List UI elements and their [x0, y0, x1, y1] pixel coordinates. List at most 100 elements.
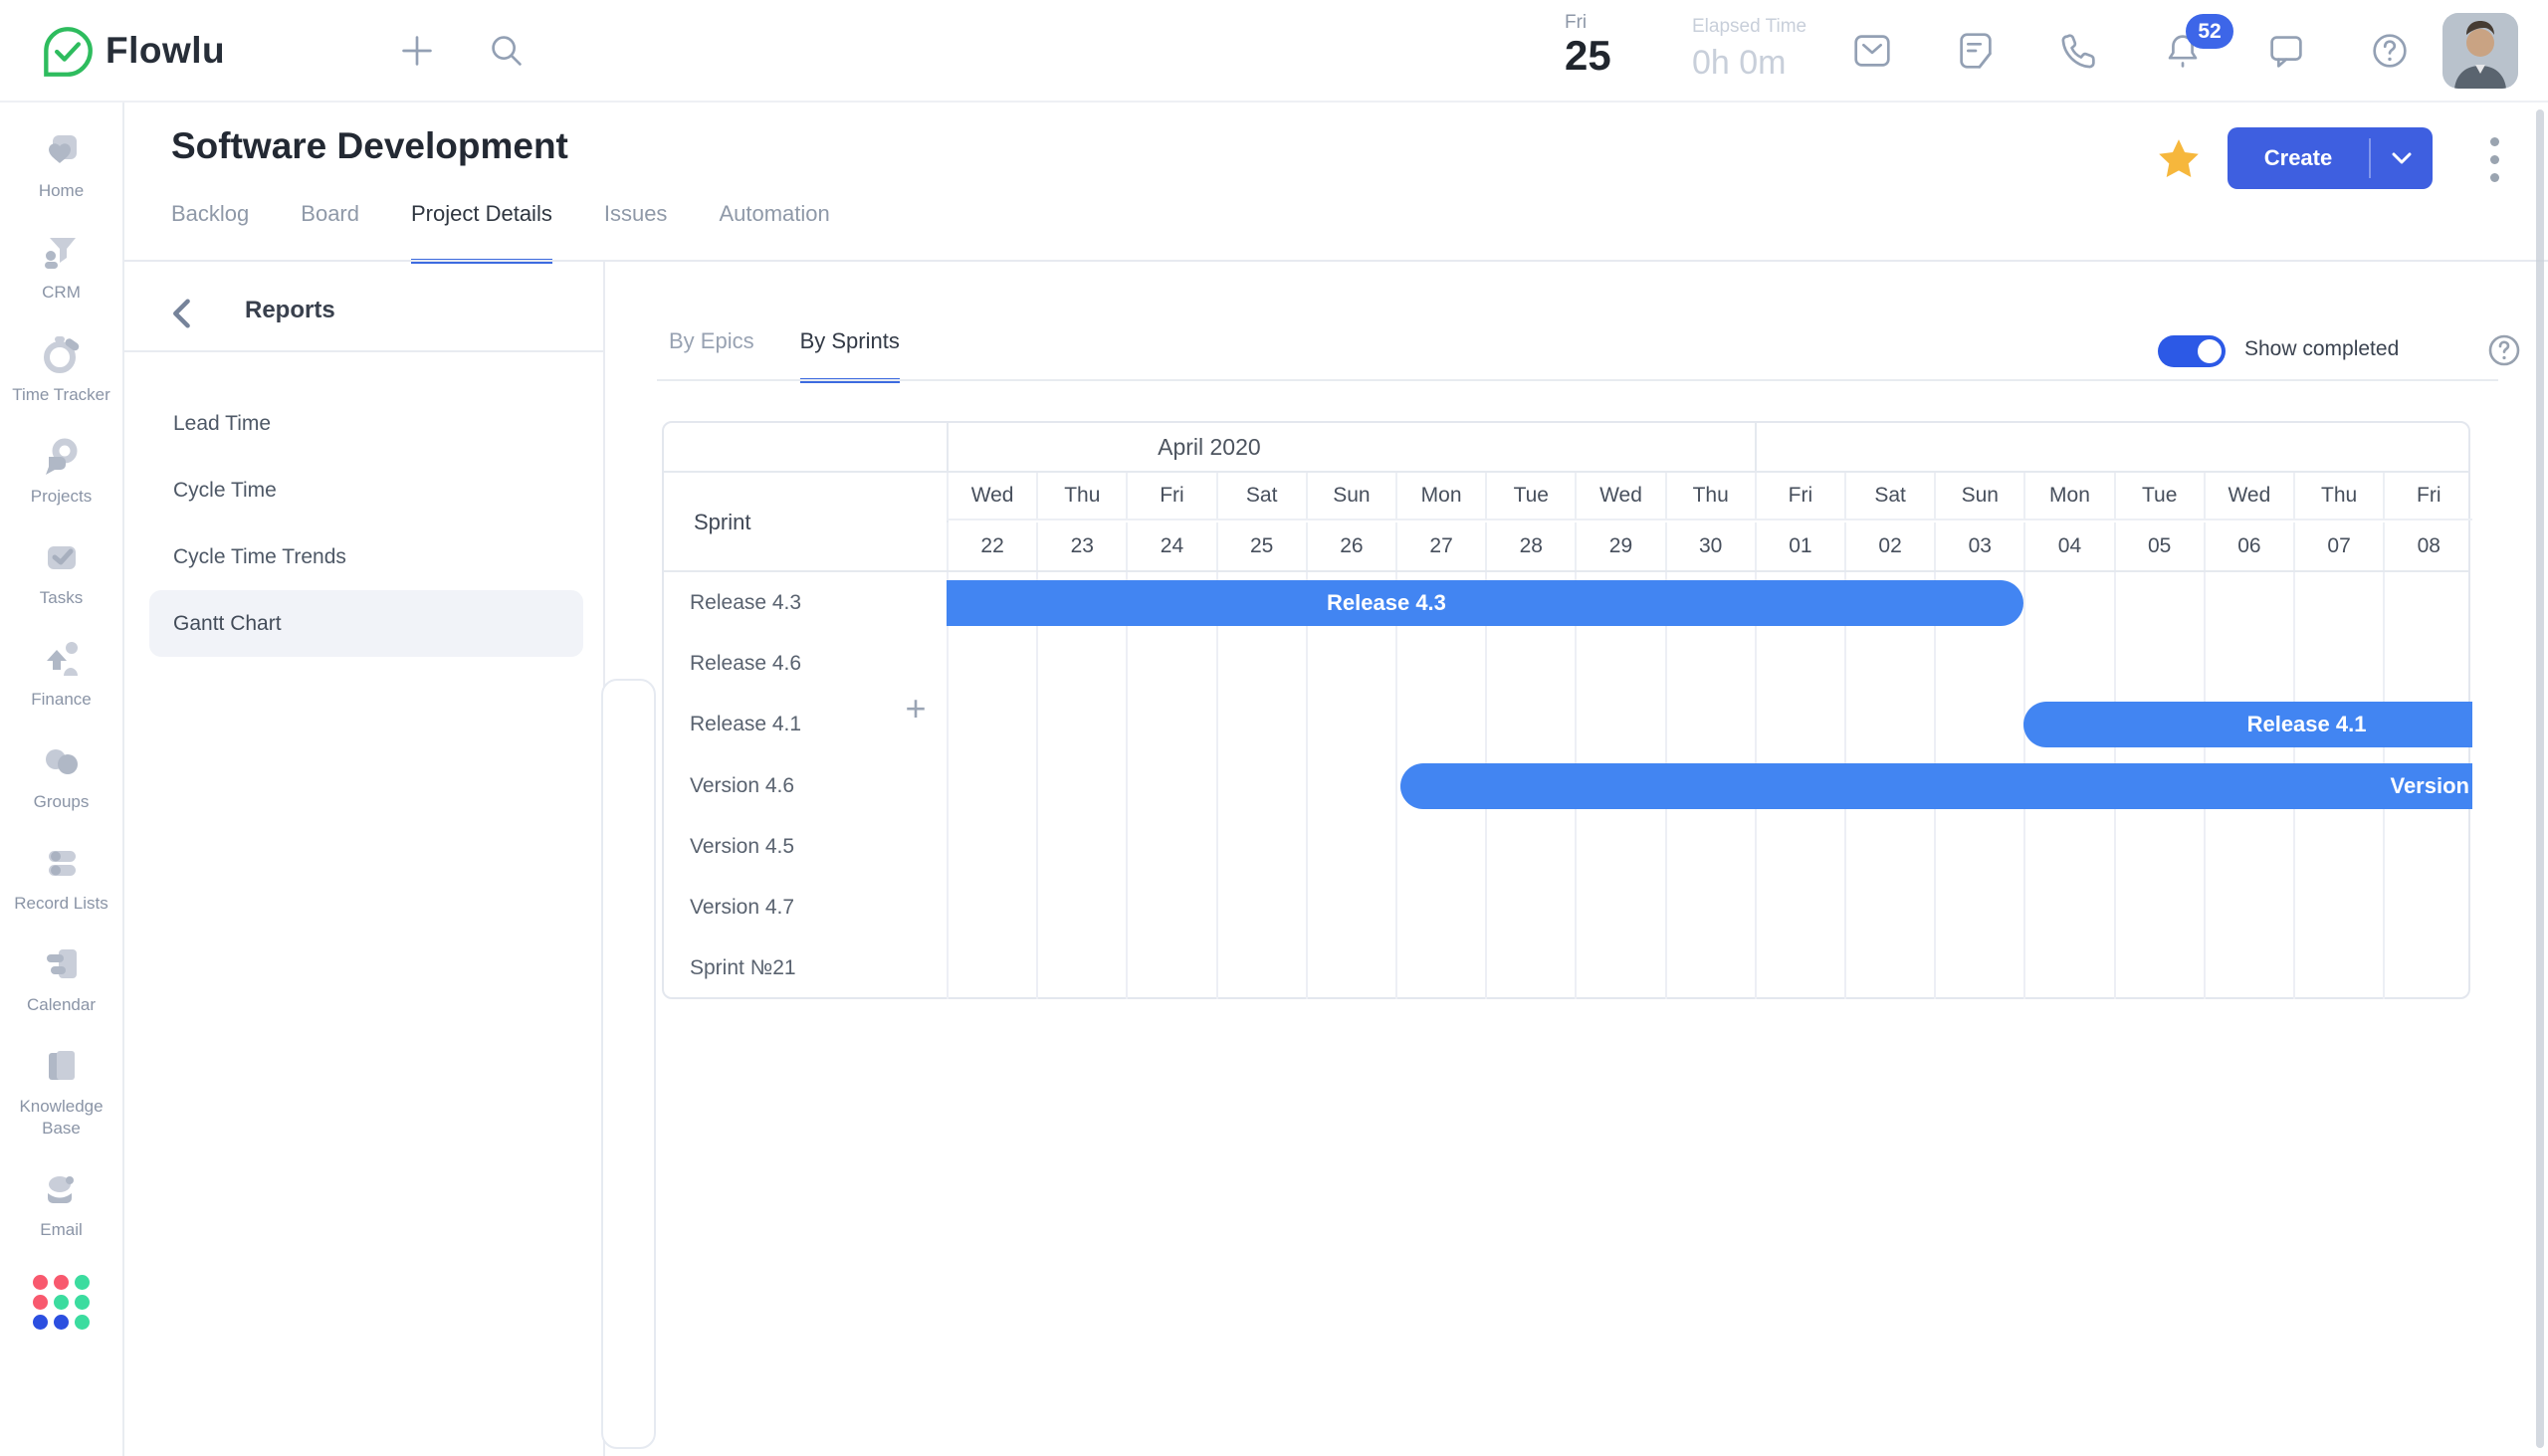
tab-issues[interactable]: Issues	[604, 201, 668, 264]
gantt-bar-release-4-3[interactable]: Release 4.3	[947, 580, 2023, 626]
gantt-bar-label: Release 4.3	[1327, 590, 1446, 616]
sidebar-item-projects[interactable]: Projects	[1, 432, 122, 507]
panel-scrollbar[interactable]	[601, 679, 656, 1449]
gantt-month-label: April 2020	[664, 423, 1755, 471]
sidebar-item-record-lists[interactable]: Record Lists	[1, 839, 122, 914]
gantt-bar-version-4-6[interactable]: Version 4.6	[1400, 763, 2473, 809]
gantt-date: 22	[947, 522, 1036, 570]
chat-icon[interactable]	[2263, 28, 2309, 74]
calendar-date-widget[interactable]: Fri 25	[1565, 12, 1611, 78]
record-lists-icon	[38, 839, 86, 887]
calendar-icon	[38, 940, 86, 988]
gantt-day-name: Wed	[2204, 473, 2293, 520]
brand-name[interactable]: Flowlu	[106, 30, 225, 72]
project-tabs: Backlog Board Project Details Issues Automat…	[171, 201, 830, 264]
mail-icon[interactable]	[1849, 28, 1895, 74]
gantt-row-label: Version 4.5	[664, 816, 947, 877]
sidebar-item-groups[interactable]: Groups	[1, 737, 122, 812]
gantt-date: 05	[2114, 522, 2204, 570]
reports-divider	[124, 350, 603, 352]
gantt-day-name: Mon	[1395, 473, 1485, 520]
page-scrollbar[interactable]	[2536, 109, 2544, 1448]
user-avatar[interactable]	[2442, 13, 2518, 89]
create-button[interactable]: Create	[2228, 127, 2433, 189]
back-chevron-icon[interactable]	[165, 295, 199, 332]
gantt-day-name: Thu	[2293, 473, 2383, 520]
gantt-day-name: Sun	[1934, 473, 2023, 520]
sprint-column-header: Sprint	[664, 473, 947, 572]
gantt-day-name: Thu	[1665, 473, 1755, 520]
apps-grid-dot	[54, 1295, 69, 1310]
flowlu-app: Flowlu Fri 25 Elapsed Time 0h 0m	[0, 0, 2548, 1456]
sidebar-item-email[interactable]: Email	[1, 1165, 122, 1240]
gantt-chart-area: Release 4.3 Release 4.1 Version 4.6	[947, 572, 2472, 999]
show-completed-label: Show completed	[2244, 337, 2399, 361]
sidebar-item-calendar[interactable]: Calendar	[1, 940, 122, 1015]
tab-automation[interactable]: Automation	[719, 201, 829, 264]
finance-icon	[38, 635, 86, 683]
sidebar-item-label: Tasks	[40, 587, 83, 608]
sidebar-item-label: Groups	[34, 791, 90, 812]
phone-icon[interactable]	[2056, 28, 2102, 74]
sidebar-item-label: Record Lists	[14, 893, 107, 914]
tab-by-sprints[interactable]: By Sprints	[800, 328, 900, 383]
create-button-label: Create	[2228, 145, 2369, 171]
sidebar-item-label: Time Tracker	[12, 384, 110, 405]
gantt-grid-line	[1126, 572, 1128, 999]
toggle-knob	[2198, 339, 2222, 363]
report-item-cycle-time-trends[interactable]: Cycle Time Trends	[149, 523, 583, 590]
notifications-bell-icon[interactable]: 52	[2160, 28, 2206, 74]
sidebar-item-home[interactable]: Home	[1, 126, 122, 201]
favorite-star-icon[interactable]	[2154, 135, 2204, 185]
apps-grid-dot	[33, 1315, 48, 1330]
sidebar-item-time-tracker[interactable]: Time Tracker	[1, 330, 122, 405]
header-divider	[124, 260, 2548, 262]
tab-board[interactable]: Board	[301, 201, 359, 264]
gantt-day-name: Wed	[947, 473, 1036, 520]
notes-icon[interactable]	[1953, 28, 1999, 74]
gantt-day-name: Mon	[2023, 473, 2113, 520]
sidebar-item-label: CRM	[42, 282, 81, 303]
sidebar-item-tasks[interactable]: Tasks	[1, 533, 122, 608]
apps-grid-dot	[75, 1315, 90, 1330]
gantt-row-label: Sprint №21	[664, 938, 947, 999]
sidebar-item-label: Projects	[31, 486, 92, 507]
email-icon	[38, 1165, 86, 1213]
sidebar-item-label: Calendar	[27, 994, 96, 1015]
apps-grid-dot	[54, 1275, 69, 1290]
report-item-gantt-chart[interactable]: Gantt Chart	[149, 590, 583, 657]
quick-add-icon[interactable]	[394, 28, 440, 74]
apps-grid-icon[interactable]	[33, 1275, 91, 1330]
gantt-row-label: Version 4.6	[664, 755, 947, 816]
gantt-bar-release-4-1[interactable]: Release 4.1	[2023, 702, 2472, 747]
tab-by-epics[interactable]: By Epics	[669, 328, 754, 383]
reports-title: Reports	[245, 297, 335, 324]
gantt-help-icon[interactable]	[2486, 332, 2522, 368]
home-icon	[38, 126, 86, 174]
report-item-cycle-time[interactable]: Cycle Time	[149, 457, 583, 523]
create-dropdown-chevron-icon[interactable]	[2371, 152, 2433, 164]
show-completed-toggle[interactable]	[2158, 335, 2226, 367]
sidebar-item-knowledge-base[interactable]: Knowledge Base	[1, 1042, 122, 1139]
tab-backlog[interactable]: Backlog	[171, 201, 249, 264]
sidebar-item-crm[interactable]: CRM	[1, 228, 122, 303]
search-icon[interactable]	[484, 28, 530, 74]
page-title: Software Development	[171, 125, 568, 167]
more-options-kebab-icon[interactable]	[2472, 135, 2516, 183]
time-tracker-icon	[38, 330, 86, 378]
view-tabs: By Epics By Sprints	[669, 328, 900, 383]
gantt-date: 26	[1306, 522, 1395, 570]
gantt-month-row: April 2020	[664, 423, 2468, 473]
flowlu-logo-icon[interactable]	[42, 26, 94, 78]
sidebar-item-finance[interactable]: Finance	[1, 635, 122, 710]
gantt-date: 03	[1934, 522, 2023, 570]
gantt-grid-line	[1036, 572, 1038, 999]
tab-project-details[interactable]: Project Details	[411, 201, 552, 264]
elapsed-time-value: 0h 0m	[1692, 44, 1806, 83]
help-icon[interactable]	[2367, 28, 2413, 74]
date-dow: Fri	[1565, 12, 1611, 34]
gantt-date: 29	[1575, 522, 1664, 570]
gantt-day-name: Tue	[1485, 473, 1575, 520]
report-item-lead-time[interactable]: Lead Time	[149, 390, 583, 457]
elapsed-time-widget[interactable]: Elapsed Time 0h 0m	[1692, 16, 1806, 83]
